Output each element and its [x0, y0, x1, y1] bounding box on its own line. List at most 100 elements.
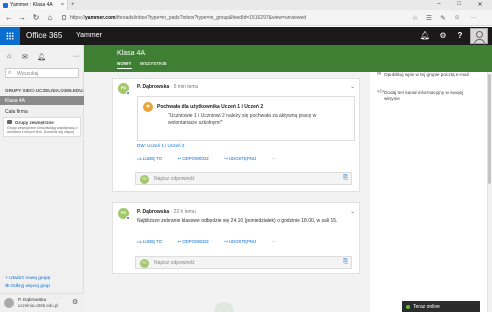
reply-avatar: PD [140, 174, 149, 184]
post-author[interactable]: P. Dąbrowska · 22 h temu [137, 209, 196, 215]
user-settings-gear-icon[interactable]: ⚙ [72, 298, 78, 306]
waffle-icon [6, 32, 14, 40]
avatar-head-shape [476, 31, 483, 38]
right-panel [370, 72, 492, 312]
suite-name[interactable]: Office 365 [26, 31, 62, 40]
user-footer-name: P. Dąbrowska [18, 297, 47, 302]
attach-paperclip-icon[interactable]: ⎘ [343, 175, 348, 182]
search-icon: ⌕ [8, 70, 12, 76]
app-launcher-button[interactable] [0, 27, 20, 45]
sidebar-item-label: Klasa 4A [5, 98, 26, 104]
user-avatar[interactable] [470, 28, 488, 45]
search-input[interactable]: ⌕ Wyszukaj [5, 68, 79, 78]
hub-icon[interactable]: ☰ [424, 14, 434, 22]
notice-title: Grupy zewnętrzne [15, 119, 54, 125]
more-menu-icon[interactable]: ··· [468, 14, 478, 21]
discover-groups-label: Odkryj więcej grup [10, 284, 50, 289]
home-nav-icon[interactable]: ⌂ [7, 53, 11, 60]
settings-gear-icon[interactable]: ⚙ [435, 27, 451, 45]
post-body: Najbliższe zebranie klasowe odbędzie się… [137, 218, 338, 224]
online-now-label: Teraz online [413, 303, 440, 310]
tab-close-icon[interactable]: × [61, 2, 64, 8]
tab-title: Yammer : Klasa 4A [10, 2, 53, 8]
lock-icon [62, 15, 66, 20]
reply-input[interactable]: PD Napisz odpowiedź ⎘ [135, 172, 352, 185]
like-label: LUBIĘ TO [142, 156, 163, 161]
like-button[interactable]: 👍︎ LUBIĘ TO [137, 239, 169, 244]
share-button[interactable]: ↪ UDOSTĘPNIJ [224, 239, 263, 244]
maximize-icon[interactable]: □ [452, 1, 466, 7]
home-icon[interactable]: ⌂ [45, 13, 55, 22]
email-post-label: Opublikuj wpis w tej grupie pocztą e-mai… [384, 72, 469, 77]
post-time: · 22 h temu [169, 209, 196, 215]
reply-label: ODPOWIEDZ [182, 156, 209, 161]
url-prefix: https:// [70, 14, 86, 21]
like-button[interactable]: 👍︎ LUBIĘ TO [137, 156, 169, 161]
favorite-star-icon[interactable]: ☆ [410, 14, 420, 22]
post-author-avatar[interactable]: PD [118, 83, 130, 95]
current-user-footer[interactable]: P. Dąbrowska uczelnia.o365.edu.pl ⚙ [0, 293, 84, 312]
url-host: yammer.com [85, 14, 116, 21]
inbox-nav-icon[interactable]: ✉ [22, 53, 28, 61]
notice-text[interactable]: Grupy zewnętrzne umożliwiają współpracę … [7, 126, 79, 135]
left-sidebar [0, 45, 84, 312]
sidebar-item-klasa-4a[interactable]: Klasa 4A [0, 96, 84, 105]
presence-dot [126, 91, 130, 95]
notifications-nav-icon[interactable]: 🔔︎ [37, 53, 46, 61]
praise-card: ★ Pochwała dla użytkownika Uczeń 1 i Ucz… [137, 96, 355, 141]
notifications-bell-icon[interactable]: 🔔︎ [417, 27, 433, 45]
reply-placeholder: Napisz odpowiedź [154, 176, 195, 182]
active-tab-underline [117, 68, 132, 69]
app-name[interactable]: Yammer [76, 32, 102, 39]
share-button[interactable]: ↪ UDOSTĘPNIJ [224, 156, 263, 161]
online-now-chat-bar[interactable]: Teraz online [402, 301, 480, 312]
reply-label: ODPOWIEDZ [182, 239, 209, 244]
user-footer-email: uczelnia.o365.edu.pl [18, 303, 59, 308]
post-actions: 👍︎ LUBIĘ TO ↩ ODPOWIEDZ ↪ UDOSTĘPNIJ ··· [137, 239, 283, 245]
reply-input[interactable]: PD Napisz odpowiedź ⎘ [135, 256, 352, 269]
url-path: /threads/inbox?type=in_pads?inbox?type=i… [115, 14, 307, 21]
external-groups-icon [7, 120, 12, 124]
minimize-icon[interactable]: – [432, 1, 446, 7]
post-more-button[interactable]: ··· [272, 239, 276, 244]
user-footer-avatar [4, 298, 14, 308]
sidebar-more-icon[interactable]: ··· [73, 53, 80, 60]
post-menu-chevron-icon[interactable]: ⌄ [350, 83, 355, 90]
help-icon[interactable]: ? [452, 27, 468, 45]
reply-avatar: PD [140, 258, 149, 268]
tab-all[interactable]: WSZYSTKIE [140, 61, 167, 66]
refresh-icon[interactable]: ↻ [31, 13, 41, 22]
post-more-button[interactable]: ··· [272, 156, 276, 161]
author-name: P. Dąbrowska [137, 84, 170, 90]
close-window-icon[interactable]: ✕ [473, 1, 487, 8]
discover-groups-link[interactable]: ⊕ Odkryj więcej grup [5, 284, 50, 289]
praise-quote: "Uczniowie 1 i Uczniowi 2 należy się poc… [168, 113, 317, 126]
reply-button[interactable]: ↩ ODPOWIEDZ [178, 156, 216, 161]
profile-icon[interactable]: ☺ [452, 14, 462, 21]
create-group-label: Utwórz nową grupę [9, 276, 51, 281]
tab-new[interactable]: NOWY [117, 61, 131, 66]
avatar-initials: PD [120, 211, 127, 215]
post-author[interactable]: P. Dąbrowska · 5 min temu [137, 84, 198, 90]
embed-feed-link[interactable]: </> Dodaj ten kanał informacyjny w swoje… [377, 89, 474, 101]
email-icon: ✉ [377, 71, 382, 77]
post-cc[interactable]: DW: Uczeń 1 i Uczeń 2 [137, 143, 184, 148]
forward-icon[interactable]: → [17, 13, 27, 22]
attach-paperclip-icon[interactable]: ⎘ [343, 259, 348, 266]
group-title: Klasa 4A [117, 50, 146, 57]
email-post-link[interactable]: ✉ Opublikuj wpis w tej grupie pocztą e-m… [377, 71, 474, 78]
reply-button[interactable]: ↩ ODPOWIEDZ [178, 239, 216, 244]
url-field[interactable]: https://yammer.com/threads/inbox?type=in… [70, 15, 306, 21]
browser-tab[interactable]: Yammer : Klasa 4A × [0, 0, 68, 10]
scrollbar-thumb[interactable] [488, 74, 491, 184]
yammer-favicon-icon [3, 2, 8, 8]
post-author-avatar[interactable]: PD [118, 208, 130, 220]
post-menu-chevron-icon[interactable]: ⌄ [350, 208, 355, 215]
back-icon[interactable]: ← [4, 13, 14, 22]
create-group-link[interactable]: + Utwórz nową grupę [5, 276, 50, 281]
groups-header[interactable]: GRUPY SIECI UCZELNIA.O365.EDU... [5, 88, 86, 93]
online-status-dot [406, 304, 410, 309]
pen-icon[interactable]: ✎ [438, 14, 448, 22]
new-tab-icon[interactable]: + [71, 2, 75, 8]
sidebar-item-cala-firma[interactable]: Cała firma [5, 109, 28, 115]
